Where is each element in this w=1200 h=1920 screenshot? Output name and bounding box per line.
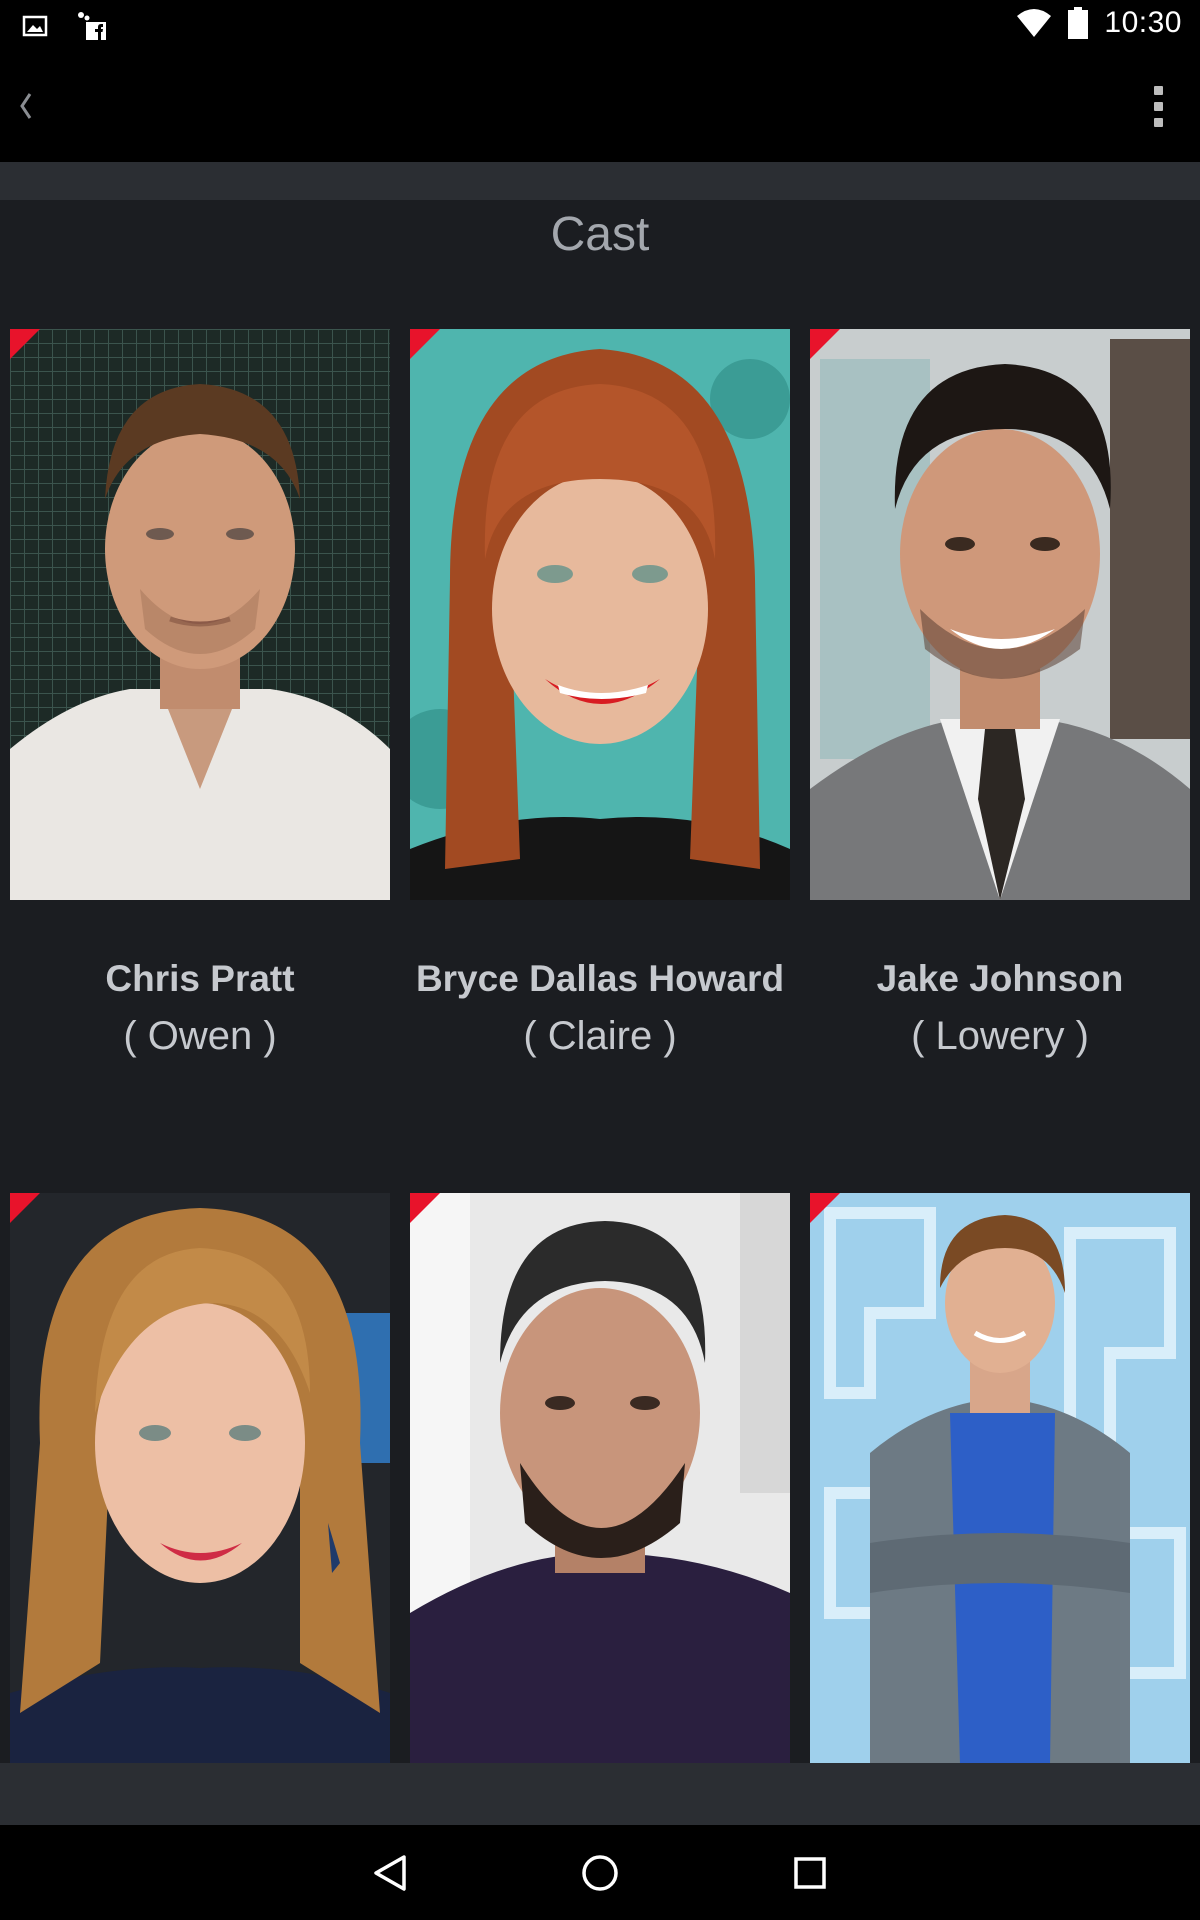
cast-card[interactable] xyxy=(10,1193,390,1822)
nav-recents-icon xyxy=(794,1856,826,1889)
nav-home-icon xyxy=(582,1854,618,1891)
back-button[interactable] xyxy=(4,78,48,134)
cast-photo xyxy=(10,1193,390,1764)
portrait-image xyxy=(810,1193,1190,1764)
cast-photo xyxy=(410,1193,790,1764)
notification-icons xyxy=(22,10,108,42)
overflow-menu-button[interactable] xyxy=(1136,74,1180,138)
cast-name: Jake Johnson xyxy=(876,958,1124,999)
cast-role: ( Owen ) xyxy=(123,1014,277,1058)
portrait-image xyxy=(410,329,790,900)
status-time: 10:30 xyxy=(1104,6,1182,39)
battery-icon xyxy=(1068,7,1089,39)
corner-flag xyxy=(10,329,40,359)
status-bar: 10:30 xyxy=(0,0,1200,50)
corner-flag xyxy=(810,329,840,359)
bottom-strip xyxy=(0,1763,1200,1825)
nav-recents-button[interactable] xyxy=(780,1843,840,1903)
cast-name: Chris Pratt xyxy=(105,958,295,999)
cast-photo xyxy=(410,329,790,900)
cast-photo xyxy=(810,329,1190,900)
corner-flag xyxy=(810,1193,840,1223)
cast-photo xyxy=(810,1193,1190,1764)
app-bar xyxy=(0,50,1200,162)
cast-role: ( Claire ) xyxy=(523,1014,677,1058)
corner-flag xyxy=(410,329,440,359)
portrait-image xyxy=(10,1193,390,1764)
corner-flag xyxy=(10,1193,40,1223)
corner-flag xyxy=(410,1193,440,1223)
navigation-bar xyxy=(0,1825,1200,1920)
back-chevron-icon xyxy=(20,93,32,119)
system-status: 10:30 xyxy=(1016,6,1182,40)
cast-name: Bryce Dallas Howard xyxy=(415,958,785,999)
overflow-menu-icon xyxy=(1153,85,1163,95)
portrait-image xyxy=(810,329,1190,900)
nav-back-icon xyxy=(374,1854,406,1891)
cast-card[interactable]: Bryce Dallas Howard ( Claire ) xyxy=(410,329,790,1059)
cast-role: ( Lowery ) xyxy=(911,1014,1089,1058)
image-notification-icon xyxy=(22,15,48,37)
cast-card[interactable]: Chris Pratt ( Owen ) xyxy=(10,329,390,1059)
cast-card[interactable]: Jake Johnson ( Lowery ) xyxy=(810,329,1190,1059)
cast-card[interactable] xyxy=(410,1193,790,1822)
section-title: Cast xyxy=(550,208,650,261)
nav-back-button[interactable] xyxy=(360,1843,420,1903)
facebook-notification-icon xyxy=(78,12,106,40)
divider-band xyxy=(0,162,1200,200)
cast-card[interactable] xyxy=(810,1193,1190,1822)
nav-home-button[interactable] xyxy=(570,1843,630,1903)
portrait-image xyxy=(10,329,390,900)
portrait-image xyxy=(410,1193,790,1764)
cast-photo xyxy=(10,329,390,900)
wifi-icon xyxy=(1017,9,1052,37)
